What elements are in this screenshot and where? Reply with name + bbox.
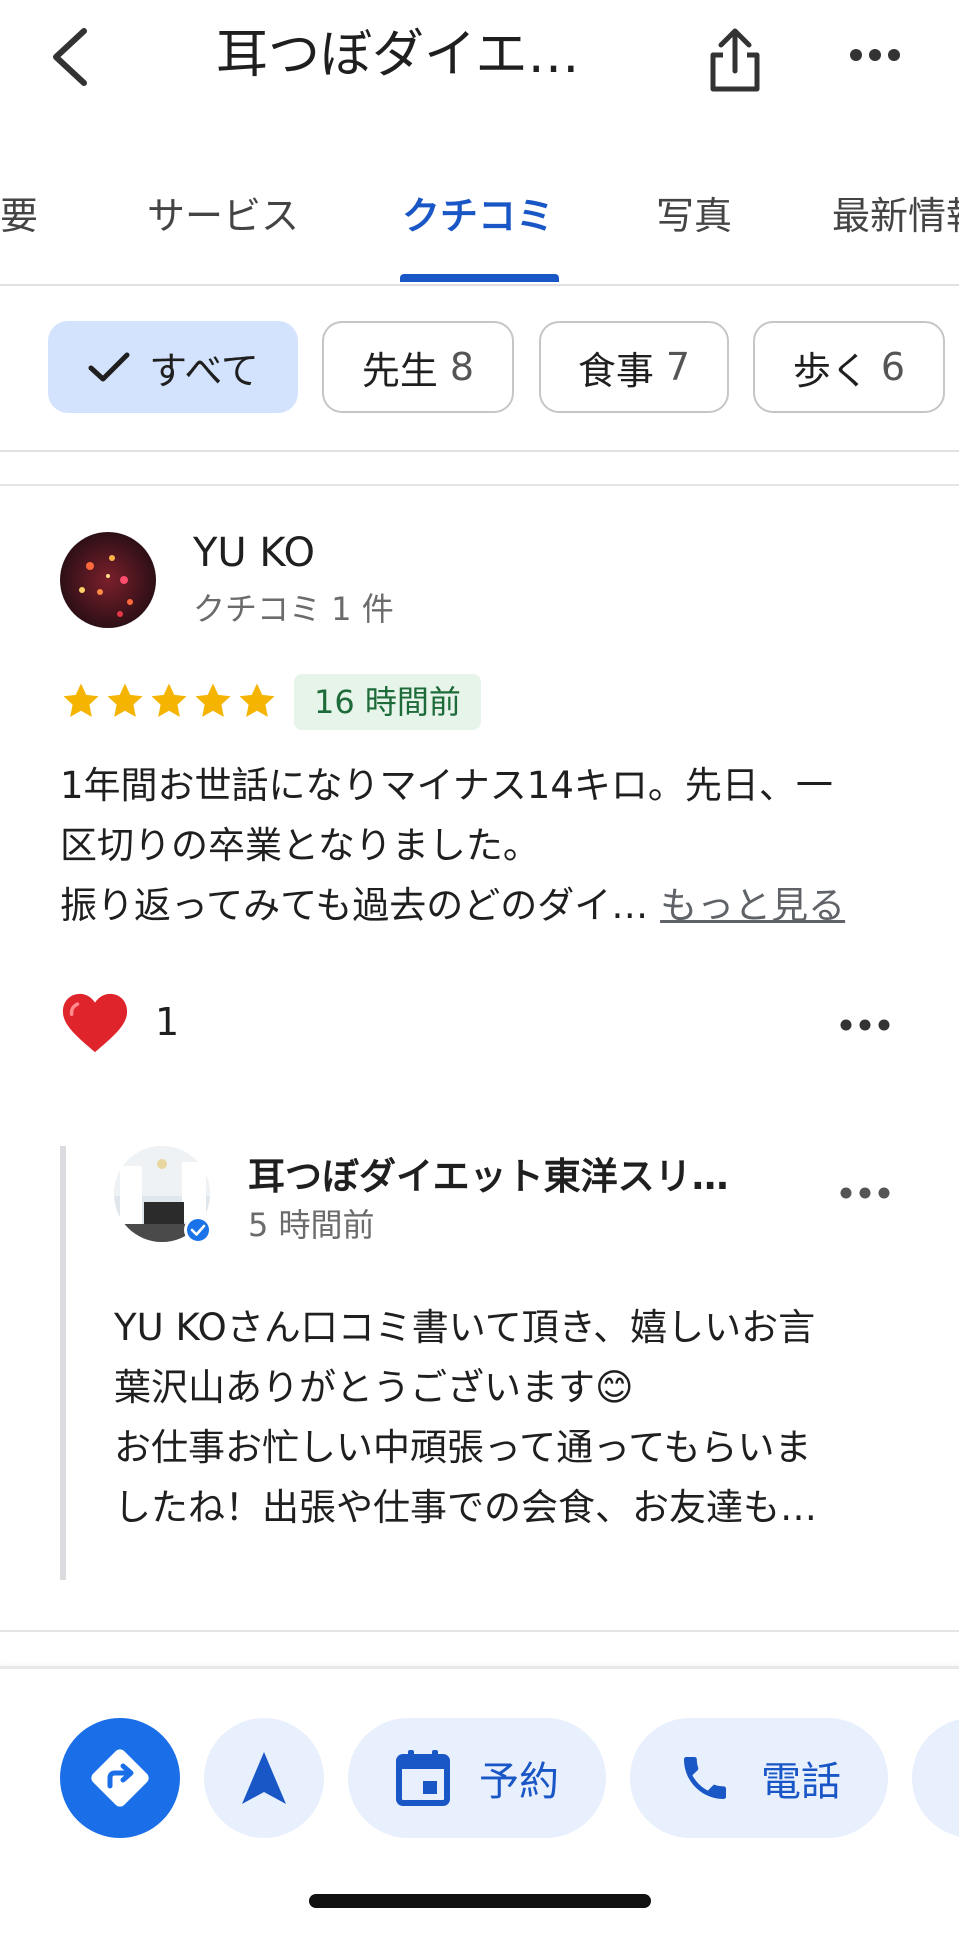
more-horizontal-icon	[840, 1019, 890, 1031]
star-icon	[63, 683, 99, 717]
tab-reviews[interactable]: クチコミ	[402, 185, 554, 240]
owner-name: 耳つぼダイエット東洋スリ…	[248, 1155, 729, 1198]
reply-text-line: お仕事お忙しい中頑張って通ってもらいま	[114, 1426, 812, 1469]
more-actions-button[interactable]	[912, 1718, 959, 1838]
chip-count: 8	[449, 345, 475, 389]
review-text: 1年間お世話になりマイナス14キロ。先日、一 区切りの卒業となりました。 振り返…	[60, 756, 910, 936]
phone-icon	[684, 1757, 726, 1799]
divider	[0, 1630, 959, 1632]
active-tab-indicator	[400, 274, 559, 282]
chevron-left-icon	[53, 28, 87, 86]
tab-overview[interactable]: 概要	[0, 185, 38, 240]
tab-updates[interactable]: 最新情報	[832, 185, 959, 240]
review-options-button[interactable]	[830, 1000, 900, 1050]
reply-text-line: 葉沢山ありがとうございます😊	[114, 1366, 634, 1409]
avatar-image	[114, 1146, 212, 1244]
owner-reply-text: YU KOさん口コミ書いて頂き、嬉しいお言 葉沢山ありがとうございます😊 お仕事…	[114, 1298, 904, 1538]
share-button[interactable]	[700, 20, 770, 100]
review-text-fragment: 振り返ってみても過去のどのダイ…	[60, 884, 649, 927]
verified-badge-icon	[187, 1219, 209, 1241]
start-navigation-button[interactable]	[204, 1718, 324, 1838]
divider	[0, 484, 959, 486]
reply-options-button[interactable]	[830, 1168, 900, 1218]
tab-services[interactable]: サービス	[147, 185, 299, 240]
directions-button[interactable]	[60, 1718, 180, 1838]
chip-label: 先生	[361, 348, 438, 393]
more-options-button[interactable]	[840, 25, 910, 85]
reply-indent-bar	[60, 1146, 66, 1580]
owner-avatar	[114, 1146, 212, 1244]
home-indicator	[309, 1894, 651, 1908]
heart-icon	[62, 993, 128, 1053]
divider	[0, 1666, 959, 1669]
chip-walk[interactable]: 歩く 6	[753, 321, 945, 413]
reviewer-review-count: クチコミ 1 件	[193, 590, 394, 628]
back-button[interactable]	[40, 20, 100, 94]
like-button[interactable]	[60, 990, 130, 1060]
read-more-link[interactable]: もっと見る	[660, 884, 845, 927]
call-button[interactable]: 電話	[630, 1718, 888, 1838]
chip-label: すべて	[149, 348, 259, 393]
share-icon	[710, 28, 760, 92]
tab-bar: 概要 サービス クチコミ 写真 最新情報	[0, 170, 959, 286]
avatar-image	[60, 532, 156, 628]
star-icon	[107, 683, 143, 717]
directions-icon	[91, 1749, 149, 1807]
review-text-line: 1年間お世話になりマイナス14キロ。先日、一	[60, 764, 833, 807]
review-text-line: 振り返ってみても過去のどのダイ… もっと見る	[60, 876, 910, 936]
owner-reply-time: 5 時間前	[248, 1206, 375, 1244]
reply-text-line: YU KOさん口コミ書いて頂き、嬉しいお言	[114, 1306, 816, 1349]
reviewer-name[interactable]: YU KO	[193, 530, 315, 576]
call-label: 電話	[761, 1759, 841, 1805]
chip-meal[interactable]: 食事 7	[539, 321, 729, 413]
chip-label: 食事	[577, 348, 654, 393]
calendar-icon	[396, 1750, 450, 1806]
reserve-button[interactable]: 予約	[348, 1718, 606, 1838]
more-horizontal-icon	[840, 1187, 890, 1199]
star-icon	[151, 683, 187, 717]
navigation-arrow-icon	[242, 1752, 286, 1804]
star-icon	[195, 683, 231, 717]
more-horizontal-icon	[850, 49, 900, 61]
chip-all[interactable]: すべて	[48, 321, 298, 413]
review-time-badge: 16 時間前	[294, 674, 481, 730]
reviewer-avatar[interactable]	[60, 532, 156, 628]
top-app-bar: 耳つぼダイエ…	[0, 0, 959, 140]
check-icon	[88, 352, 130, 382]
page-title: 耳つぼダイエ…	[216, 25, 580, 85]
reply-text-line: したね！出張や仕事での会食、お友達も…	[114, 1486, 817, 1529]
star-icon	[239, 683, 275, 717]
chip-count: 7	[665, 345, 691, 389]
reserve-label: 予約	[479, 1759, 559, 1805]
chip-teacher[interactable]: 先生 8	[322, 321, 514, 413]
star-rating	[60, 680, 278, 724]
like-count: 1	[155, 1000, 180, 1044]
chip-count: 6	[880, 345, 906, 389]
review-text-line: 区切りの卒業となりました。	[60, 824, 540, 867]
review-filter-chips: すべて 先生 8 食事 7 歩く 6	[0, 286, 959, 452]
action-bar: 予約 電話	[0, 1670, 959, 1870]
tab-photos[interactable]: 写真	[656, 185, 732, 240]
chip-label: 歩く	[792, 348, 869, 393]
